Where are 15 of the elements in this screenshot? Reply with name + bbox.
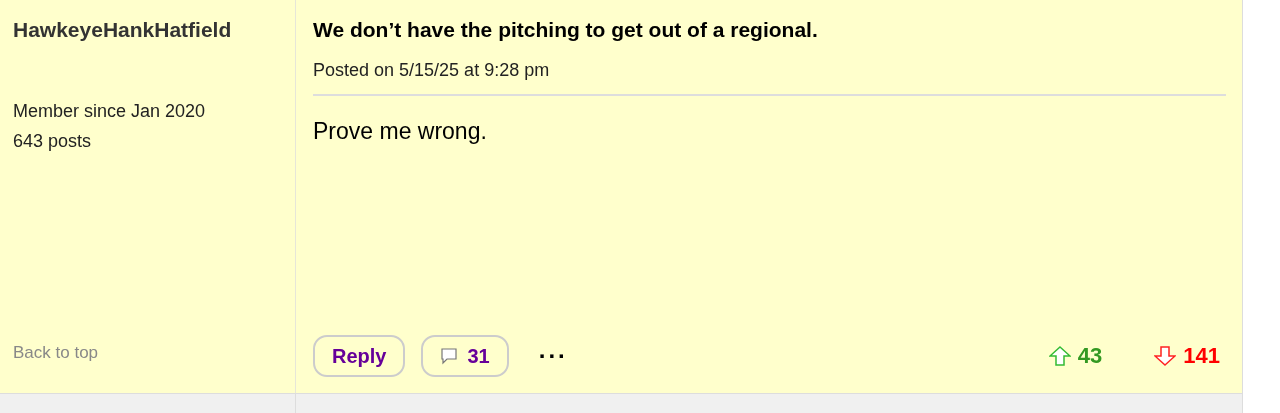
author-name[interactable]: HawkeyeHankHatfield [13, 18, 295, 42]
post-date: Posted on 5/15/25 at 9:28 pm [313, 60, 1226, 96]
speech-bubble-icon [440, 347, 459, 365]
member-since: Member since Jan 2020 [13, 101, 207, 122]
reply-button[interactable]: Reply [313, 335, 406, 377]
upvote-button[interactable]: 43 [1048, 343, 1103, 369]
down-arrow-icon [1154, 346, 1177, 366]
post-body: Prove me wrong. [313, 118, 488, 145]
back-to-top-link[interactable]: Back to top [13, 343, 295, 363]
downvote-button[interactable]: 141 [1154, 343, 1220, 369]
post-count: 643 posts [13, 131, 93, 152]
comments-button[interactable]: 31 [421, 335, 509, 377]
up-arrow-icon [1048, 346, 1071, 366]
post-title: We don’t have the pitching to get out of a regional. [313, 18, 819, 42]
more-button[interactable]: ... [538, 336, 568, 376]
